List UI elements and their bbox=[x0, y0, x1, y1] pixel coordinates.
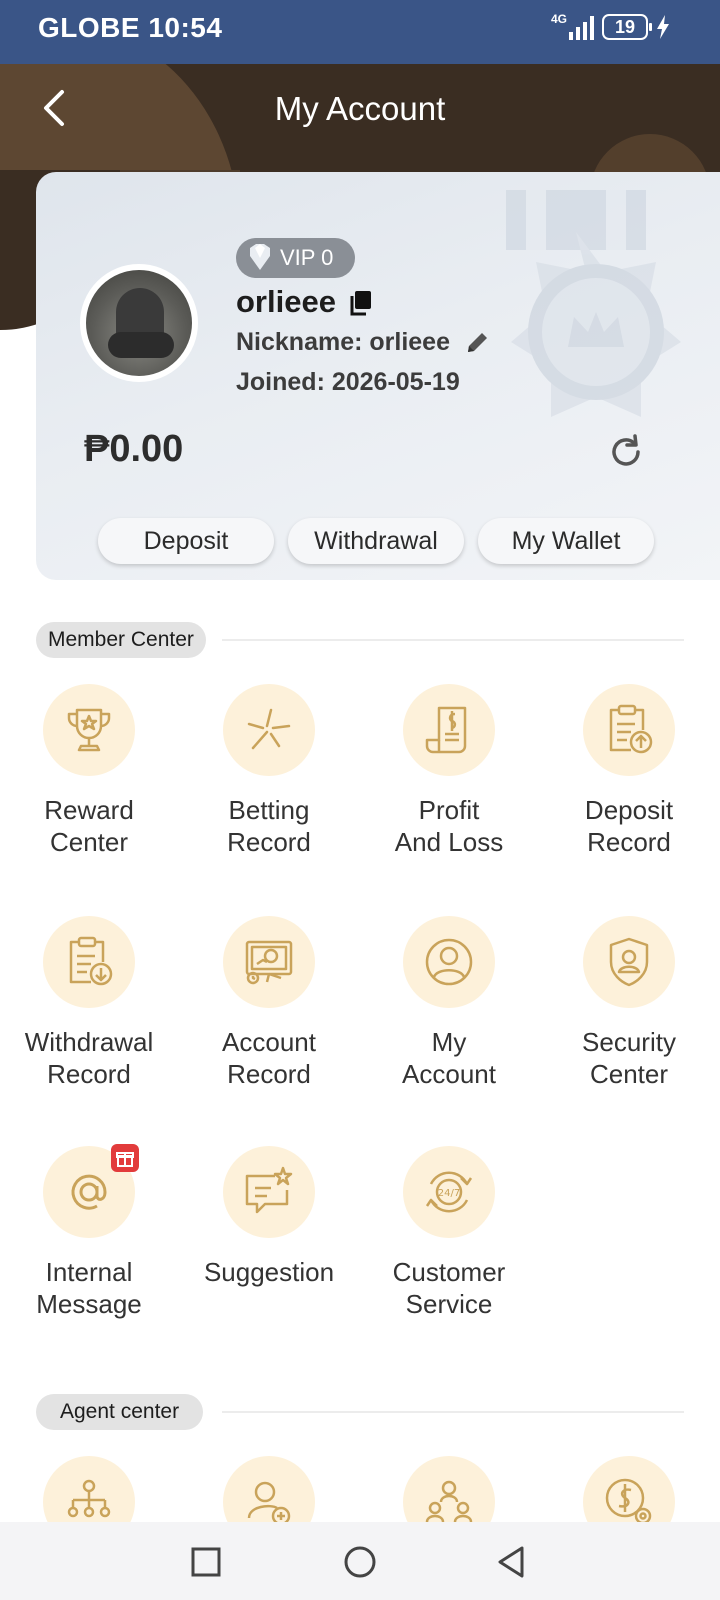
copy-icon[interactable] bbox=[348, 290, 372, 316]
svg-text:24/7: 24/7 bbox=[438, 1188, 460, 1199]
member-item-customer-service[interactable]: 24/7 Customer Service bbox=[364, 1146, 534, 1320]
agent-center-header: Agent center bbox=[36, 1394, 684, 1430]
member-item-internal-message[interactable]: Internal Message bbox=[4, 1144, 174, 1320]
nickname: Nickname: orlieee bbox=[236, 328, 450, 356]
signal-icon: 4G bbox=[551, 12, 594, 40]
member-item-label: Customer Service bbox=[392, 1257, 506, 1319]
network-type: 4G bbox=[551, 12, 568, 26]
medal-icon bbox=[506, 190, 681, 417]
withdrawal-button[interactable]: Withdrawal bbox=[288, 518, 464, 564]
member-item-label: Betting Record bbox=[227, 795, 311, 857]
charging-icon bbox=[657, 15, 669, 39]
icon-circle bbox=[43, 1144, 139, 1238]
member-item-deposit-record[interactable]: Deposit Record bbox=[544, 684, 714, 858]
username: orlieee bbox=[236, 284, 336, 319]
member-item-suggestion[interactable]: Suggestion bbox=[184, 1146, 354, 1288]
deposit-button[interactable]: Deposit bbox=[98, 518, 274, 564]
member-item-withdrawal-record[interactable]: Withdrawal Record bbox=[4, 916, 174, 1090]
avatar-figure bbox=[108, 332, 174, 358]
monitor-chart-icon bbox=[245, 940, 293, 985]
member-item-my-account[interactable]: My Account bbox=[364, 916, 534, 1090]
divider bbox=[222, 1411, 684, 1413]
member-item-account-record[interactable]: Account Record bbox=[184, 916, 354, 1090]
member-item-label: Withdrawal Record bbox=[24, 1027, 154, 1089]
trophy-icon bbox=[67, 708, 111, 752]
icon-circle bbox=[583, 916, 675, 1008]
diamond-icon bbox=[250, 244, 270, 270]
icon-circle bbox=[223, 1146, 315, 1238]
page-title: My Account bbox=[274, 90, 446, 127]
member-item-label: Deposit Record bbox=[584, 795, 674, 857]
icon-circle bbox=[223, 684, 315, 776]
member-item-label: Account Record bbox=[222, 1027, 316, 1089]
battery-icon: 19 bbox=[602, 14, 652, 40]
clipboard-download-icon bbox=[69, 936, 113, 986]
icon-circle bbox=[583, 684, 675, 776]
member-item-label: Profit And Loss bbox=[394, 795, 504, 857]
at-icon bbox=[71, 1174, 107, 1210]
icon-circle bbox=[43, 916, 135, 1008]
support-24-7-icon: 24/7 bbox=[425, 1171, 473, 1213]
member-item-security-center[interactable]: Security Center bbox=[544, 916, 714, 1090]
page-header: My Account bbox=[0, 64, 720, 172]
receipt-dollar-icon bbox=[425, 706, 467, 754]
icon-circle bbox=[403, 916, 495, 1008]
status-icons: 4G 19 bbox=[551, 12, 670, 40]
refresh-icon[interactable] bbox=[608, 434, 644, 470]
status-bar: GLOBE 10:54 4G 19 bbox=[0, 0, 720, 64]
icon-circle: 24/7 bbox=[403, 1146, 495, 1238]
member-item-label: Suggestion bbox=[203, 1257, 335, 1287]
my-wallet-button[interactable]: My Wallet bbox=[478, 518, 654, 564]
clipboard-upload-icon bbox=[609, 704, 653, 754]
icon-circle bbox=[403, 684, 495, 776]
member-item-betting-record[interactable]: Betting Record bbox=[184, 684, 354, 858]
pencil-icon[interactable] bbox=[464, 330, 490, 356]
icon-circle bbox=[43, 684, 135, 776]
member-item-label: Internal Message bbox=[36, 1257, 142, 1319]
balance: ₱0.00 bbox=[84, 428, 184, 470]
member-item-profit-and-loss[interactable]: Profit And Loss bbox=[364, 684, 534, 858]
section-title: Member Center bbox=[36, 622, 206, 658]
gift-badge bbox=[111, 1144, 139, 1172]
joined-date: Joined: 2026-05-19 bbox=[236, 368, 460, 396]
member-item-label: Reward Center bbox=[44, 795, 134, 857]
back-icon[interactable] bbox=[494, 1544, 530, 1580]
divider bbox=[222, 639, 684, 641]
recent-apps-icon[interactable] bbox=[188, 1544, 224, 1580]
gift-icon bbox=[116, 1152, 134, 1167]
betting-icon bbox=[247, 708, 291, 750]
avatar[interactable] bbox=[80, 264, 198, 382]
icon-circle bbox=[223, 916, 315, 1008]
user-icon bbox=[425, 938, 473, 986]
member-item-reward-center[interactable]: Reward Center bbox=[4, 684, 174, 858]
profile-card: VIP 0 orlieee Nickname: orlieee Joined: … bbox=[36, 172, 720, 580]
section-title: Agent center bbox=[36, 1394, 204, 1430]
shield-user-icon bbox=[609, 937, 649, 987]
member-center-header: Member Center bbox=[36, 622, 684, 658]
member-item-label: Security Center bbox=[582, 1027, 676, 1089]
carrier-time: GLOBE 10:54 bbox=[38, 12, 223, 43]
vip-label: VIP 0 bbox=[280, 245, 334, 270]
home-icon[interactable] bbox=[342, 1544, 378, 1580]
vip-badge[interactable]: VIP 0 bbox=[236, 238, 356, 278]
chat-star-icon bbox=[245, 1166, 293, 1214]
header-decoration bbox=[590, 134, 710, 172]
system-nav-bar bbox=[0, 1522, 720, 1600]
member-item-label: My Account bbox=[402, 1027, 496, 1089]
